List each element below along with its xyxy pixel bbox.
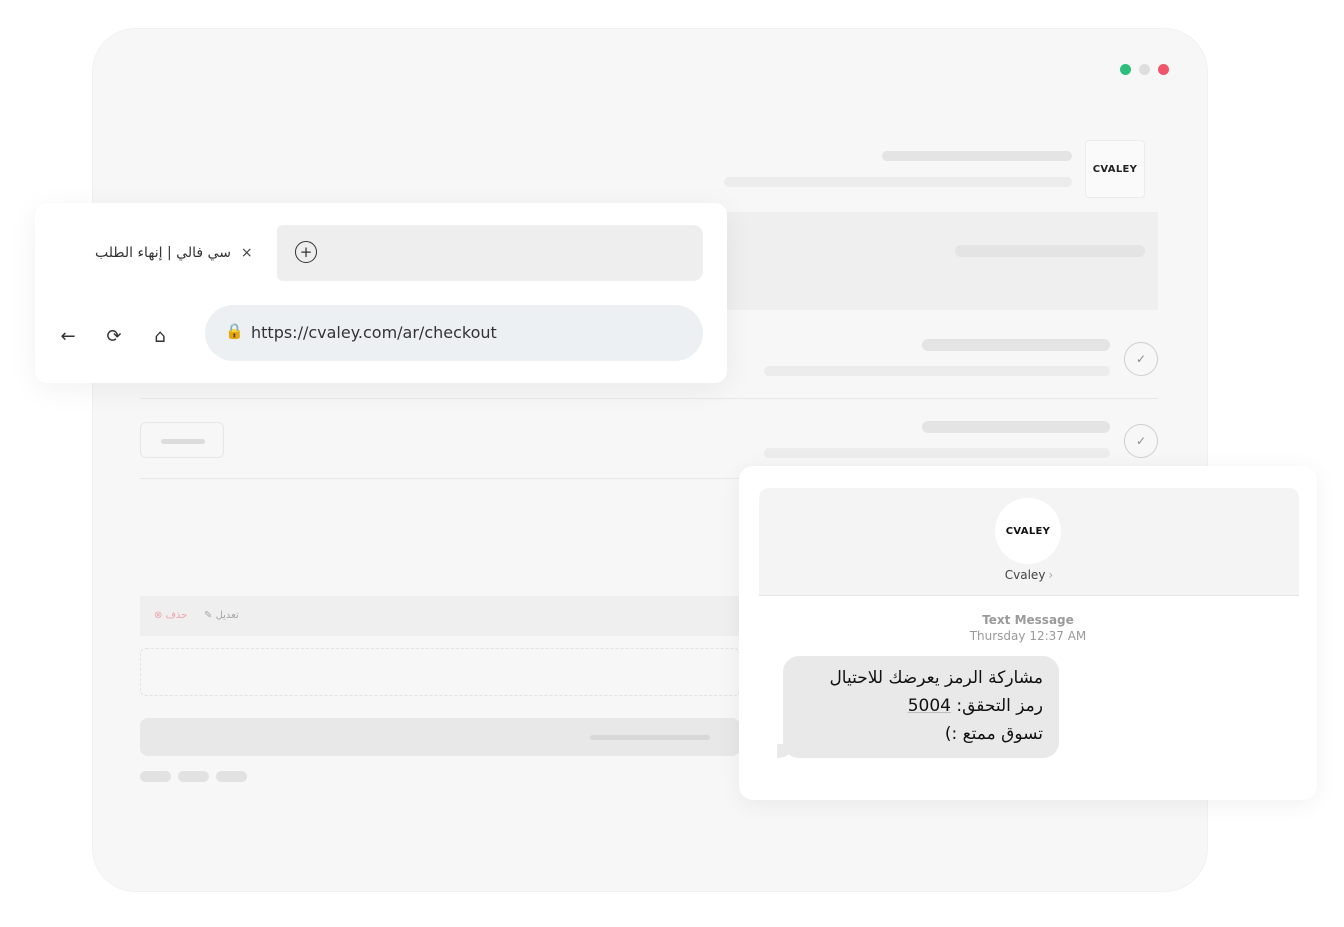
message-line-1: مشاركة الرمز يعرضك للاحتيال [829,668,1043,688]
payment-icon [140,771,171,782]
window-controls [1120,64,1169,75]
store-logo-text: CVALEY [1092,163,1138,175]
payment-icon [178,771,209,782]
sms-header: CVALEY Cvaley › [759,488,1299,596]
avatar-text: CVALEY [1005,525,1051,537]
step-desc-skeleton [764,366,1110,376]
window-green-dot[interactable] [1120,64,1131,75]
reload-icon[interactable]: ⟳ [101,323,127,349]
store-name-skeleton [882,151,1072,161]
step-check-icon: ✓ [1124,424,1158,458]
sender-avatar[interactable]: CVALEY [995,498,1061,564]
message-bubble: مشاركة الرمز يعرضك للاحتيال رمز التحقق: … [777,656,1059,758]
new-tab-glyph: + [299,242,313,261]
section-divider [140,398,1158,399]
store-subtitle-skeleton [724,177,1072,187]
secondary-button[interactable] [140,422,224,458]
sender-name-row[interactable]: Cvaley › [759,568,1299,582]
code-label: رمز التحقق: [950,696,1043,716]
edit-label: تعديل [215,610,239,621]
back-arrow-icon[interactable]: ← [55,323,81,349]
chevron-right-icon: › [1048,568,1054,582]
add-address-box[interactable] [140,648,740,696]
browser-tab[interactable]: سي فالي | إنهاء الطلب × [95,233,295,273]
primary-button-skeleton [590,735,710,740]
store-logo: CVALEY [1085,140,1145,198]
tab-title: سي فالي | إنهاء الطلب [95,245,231,261]
verification-code[interactable]: 5004 [908,696,951,716]
section-divider [140,478,740,479]
stage: CVALEY ✓ ✓ ⊗ حذف ✎ تعديل سي فالي | إنهاء… [0,0,1344,927]
message-timestamp: Thursday 12:37 AM [969,629,1087,643]
new-tab-icon[interactable]: + [295,241,317,263]
close-tab-icon[interactable]: × [241,245,253,261]
step-check-icon: ✓ [1124,342,1158,376]
sender-name: Cvaley [1004,568,1046,582]
delete-label: حذف [165,610,188,621]
tab-strip: + [277,225,703,281]
step-title-skeleton [922,339,1110,351]
edit-link[interactable]: ✎ تعديل [204,610,239,621]
lock-icon: 🔒 [225,322,244,340]
address-edit-row: ⊗ حذف ✎ تعديل [140,596,740,636]
delete-link[interactable]: ⊗ حذف [154,610,187,621]
step-desc-skeleton [764,448,1110,458]
order-summary-band [700,212,1158,310]
home-icon[interactable]: ⌂ [147,323,173,349]
checkout-primary-button[interactable] [140,718,740,756]
message-line-2: رمز التحقق: 5004 [799,692,1043,720]
window-gray-dot[interactable] [1139,64,1150,75]
message-type: Text Message [982,613,1074,627]
payment-icon [216,771,247,782]
step-title-skeleton [922,421,1110,433]
message-line-3: تسوق ممتع :) [944,724,1043,744]
browser-window: سي فالي | إنهاء الطلب × + ← ⟳ ⌂ 🔒 https:… [35,203,727,383]
url-text: https://cvaley.com/ar/checkout [251,323,497,342]
summary-skeleton [955,245,1145,257]
message-meta: Text Message Thursday 12:37 AM [739,612,1317,644]
secondary-button-skeleton [161,439,205,444]
sms-notification: CVALEY Cvaley › Text Message Thursday 12:… [739,466,1317,800]
address-bar[interactable]: 🔒 https://cvaley.com/ar/checkout [205,305,703,361]
window-red-dot[interactable] [1158,64,1169,75]
